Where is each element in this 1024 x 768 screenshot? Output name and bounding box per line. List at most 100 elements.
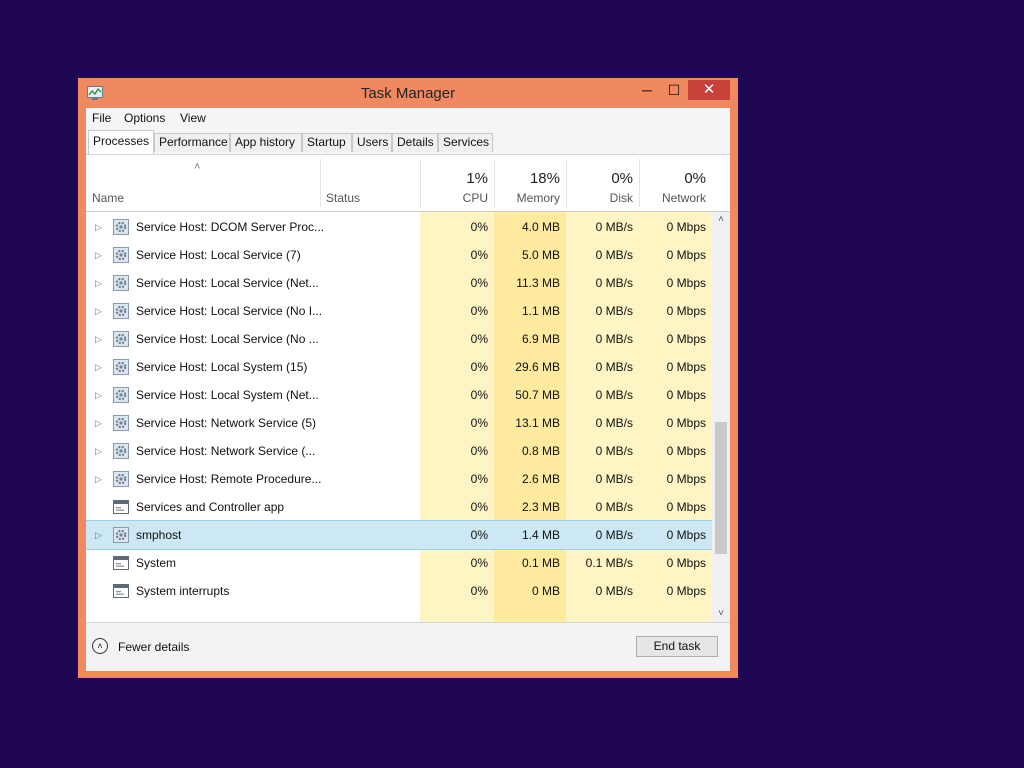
process-row[interactable]: ▷ Service Host: Network Service (... 0% 0.8… [86, 437, 712, 465]
tab-users[interactable]: Users [352, 133, 392, 152]
process-cpu: 0% [470, 220, 488, 234]
minimize-button[interactable]: ─ [634, 80, 660, 100]
column-disk[interactable]: Disk [566, 191, 633, 205]
tab-details[interactable]: Details [392, 133, 438, 152]
network-percent[interactable]: 0% [639, 170, 706, 187]
tab-performance[interactable]: Performance [154, 133, 230, 152]
process-row[interactable]: ▷ smphost 0% 1.4 MB 0 MB/s 0 Mbps [86, 520, 712, 550]
expand-arrow-icon[interactable]: ▷ [95, 465, 102, 493]
column-memory[interactable]: Memory [494, 191, 560, 205]
scroll-down-arrow-icon[interactable]: ˅ [712, 606, 730, 622]
tab-app-history[interactable]: App history [230, 133, 302, 152]
expand-arrow-icon[interactable]: ▷ [95, 437, 102, 465]
tab-startup[interactable]: Startup [302, 133, 352, 152]
expand-arrow-icon[interactable]: ▷ [95, 297, 102, 325]
disk-percent[interactable]: 0% [566, 170, 633, 187]
process-memory: 2.6 MB [521, 472, 560, 486]
process-memory: 29.6 MB [515, 360, 560, 374]
gear-icon [113, 471, 129, 487]
maximize-button[interactable]: ☐ [661, 80, 687, 100]
gear-icon [113, 387, 129, 403]
process-name: Service Host: DCOM Server Proc... [136, 220, 325, 234]
gear-icon [113, 415, 129, 431]
gear-icon [113, 275, 129, 291]
gear-icon [113, 247, 129, 263]
close-button[interactable]: ✕ [688, 80, 730, 100]
process-row[interactable]: ▷ Service Host: DCOM Server Proc... 0% 4.0 … [86, 213, 712, 241]
column-status[interactable]: Status [326, 191, 360, 205]
process-cpu: 0% [470, 332, 488, 346]
process-cpu: 0% [470, 388, 488, 402]
expand-arrow-icon[interactable]: ▷ [95, 381, 102, 409]
menu-options[interactable]: Options [124, 111, 165, 125]
process-network: 0 Mbps [666, 528, 706, 542]
gear-icon [113, 219, 129, 235]
process-name: Service Host: Network Service (5) [136, 416, 317, 430]
fewer-details-link[interactable]: Fewer details [118, 640, 189, 654]
process-network: 0 Mbps [666, 220, 706, 234]
expand-arrow-icon[interactable]: ▷ [95, 325, 102, 353]
menu-file[interactable]: File [92, 111, 111, 125]
column-network[interactable]: Network [639, 191, 706, 205]
process-disk: 0 MB/s [595, 360, 633, 374]
process-row[interactable]: ▷ Service Host: Local System (15) 0% 29.6 M… [86, 353, 712, 381]
column-divider[interactable] [320, 159, 321, 207]
process-disk: 0 MB/s [595, 472, 633, 486]
process-cpu: 0% [470, 472, 488, 486]
process-row[interactable]: ▷ Service Host: Local Service (Net... 0% 11… [86, 269, 712, 297]
expand-arrow-icon[interactable]: ▷ [95, 213, 102, 241]
expand-arrow-icon[interactable]: ▷ [95, 353, 102, 381]
process-row[interactable]: ▷ Service Host: Local Service (No ... 0% 6.… [86, 325, 712, 353]
process-name: Service Host: Local Service (No I... [136, 304, 323, 318]
process-disk: 0 MB/s [595, 584, 633, 598]
process-memory: 1.1 MB [521, 304, 560, 318]
process-network: 0 Mbps [666, 304, 706, 318]
expand-arrow-icon[interactable]: ▷ [95, 521, 102, 549]
process-row[interactable]: ▷ Service Host: Local Service (7) 0% 5.0 MB… [86, 241, 712, 269]
tab-services[interactable]: Services [438, 133, 493, 152]
expand-arrow-icon[interactable]: ▷ [95, 409, 102, 437]
tab-processes[interactable]: Processes [88, 130, 154, 154]
process-row[interactable]: ▷ Service Host: Local Service (No I... 0% 1… [86, 297, 712, 325]
process-name: Service Host: Local Service (7) [136, 248, 301, 262]
process-disk: 0 MB/s [595, 276, 633, 290]
chevron-up-icon[interactable]: ˄ [92, 638, 108, 654]
process-name: Service Host: Local System (Net... [136, 388, 319, 402]
process-row[interactable]: ▷ Service Host: Remote Procedure... 0% 2.6 … [86, 465, 712, 493]
process-disk: 0 MB/s [595, 388, 633, 402]
process-network: 0 Mbps [666, 248, 706, 262]
process-row[interactable]: Services and Controller app 0% 2.3 MB 0 MB/… [86, 493, 712, 521]
vertical-scrollbar[interactable]: ˄ ˅ [712, 212, 730, 622]
menu-view[interactable]: View [180, 111, 206, 125]
process-network: 0 Mbps [666, 360, 706, 374]
scrollbar-thumb[interactable] [715, 422, 727, 554]
process-name: System [136, 556, 177, 570]
title-bar[interactable]: Task Manager ─ ☐ ✕ [78, 78, 738, 108]
process-network: 0 Mbps [666, 276, 706, 290]
process-row[interactable]: System interrupts 0% 0 MB 0 MB/s 0 Mbps [86, 577, 712, 605]
process-network: 0 Mbps [666, 556, 706, 570]
process-list[interactable]: ▷ Service Host: DCOM Server Proc... 0% 4.0 … [86, 212, 712, 622]
process-network: 0 Mbps [666, 388, 706, 402]
process-disk: 0 MB/s [595, 500, 633, 514]
process-cpu: 0% [470, 304, 488, 318]
column-name[interactable]: Name [92, 191, 124, 205]
memory-percent[interactable]: 18% [494, 170, 560, 187]
process-row[interactable]: System 0% 0.1 MB 0.1 MB/s 0 Mbps [86, 549, 712, 577]
scroll-up-arrow-icon[interactable]: ˄ [712, 212, 730, 228]
end-task-button[interactable]: End task [636, 636, 718, 657]
process-cpu: 0% [470, 444, 488, 458]
cpu-percent[interactable]: 1% [420, 170, 488, 187]
process-disk: 0 MB/s [595, 444, 633, 458]
column-cpu[interactable]: CPU [420, 191, 488, 205]
process-row[interactable]: ▷ Service Host: Local System (Net... 0% 50.… [86, 381, 712, 409]
client-area: File Options View Processes Performance … [86, 108, 730, 671]
process-name: Service Host: Local System (15) [136, 360, 308, 374]
process-cpu: 0% [470, 556, 488, 570]
process-disk: 0.1 MB/s [585, 556, 633, 570]
expand-arrow-icon[interactable]: ▷ [95, 269, 102, 297]
window-icon [113, 583, 129, 599]
expand-arrow-icon[interactable]: ▷ [95, 241, 102, 269]
menu-bar: File Options View [86, 108, 730, 128]
process-row[interactable]: ▷ Service Host: Network Service (5) 0% 13.1… [86, 409, 712, 437]
